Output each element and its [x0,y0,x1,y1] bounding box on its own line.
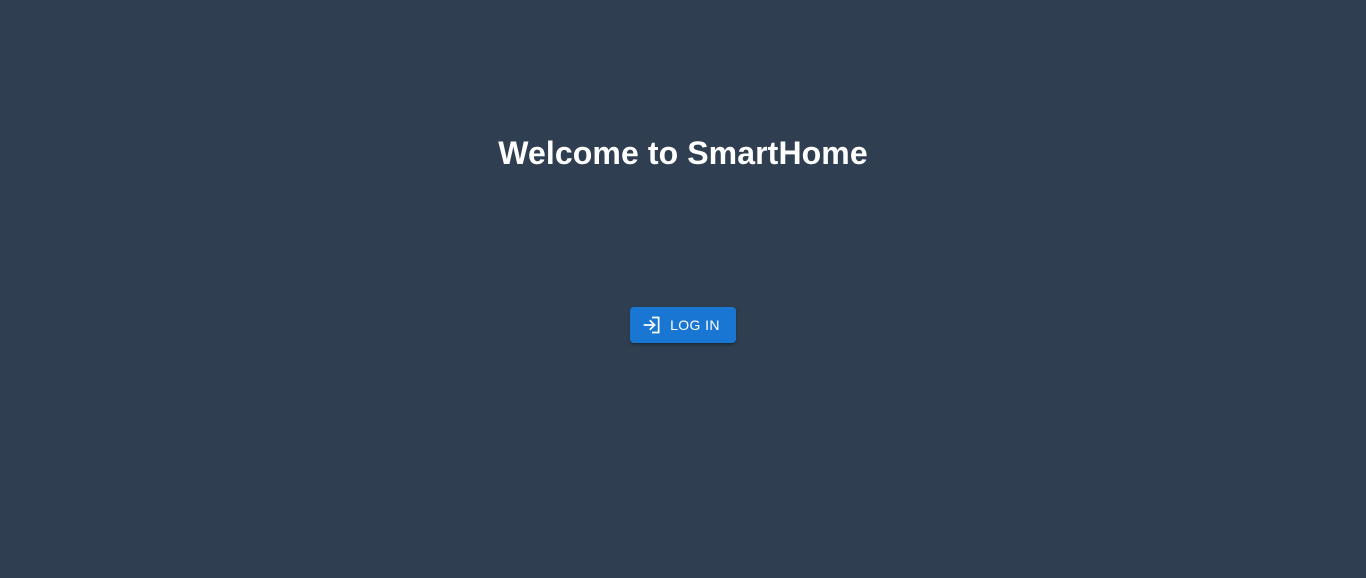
login-button[interactable]: LOG IN [630,307,736,343]
login-label: LOG IN [670,317,720,333]
login-icon [642,315,662,335]
page-title: Welcome to SmartHome [498,135,868,171]
welcome-page: Welcome to SmartHome LOG IN [0,0,1366,578]
